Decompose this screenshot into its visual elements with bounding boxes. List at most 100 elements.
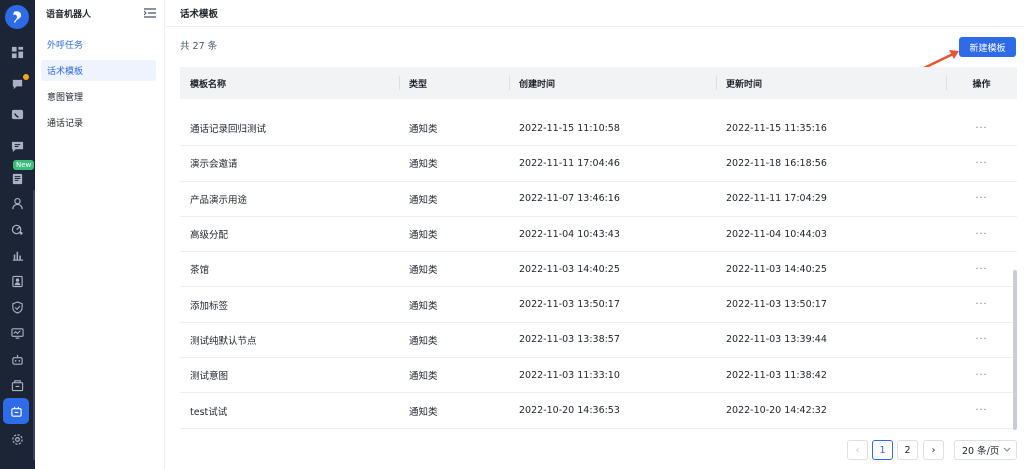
cell-updated: 2022-11-03 13:39:44 [726,334,827,346]
voice-robot-icon[interactable] [3,398,29,424]
new-template-button[interactable]: 新建模板 [959,37,1016,57]
table-scrollbar[interactable] [1013,270,1017,430]
cell-created: 2022-11-03 11:33:10 [519,369,620,381]
table-header: 模板名称 类型 创建时间 更新时间 操作 [180,67,1017,99]
cell-created: 2022-11-15 11:10:58 [519,122,620,134]
cell-type: 通知类 [409,124,438,136]
cell-type: 通知类 [409,230,438,242]
row-actions-button[interactable]: ··· [946,299,1017,310]
monitor-icon[interactable] [0,321,35,345]
robot-icon[interactable] [0,347,35,371]
phone-icon[interactable] [0,102,35,126]
cell-created: 2022-10-20 14:36:53 [519,405,620,417]
submenu-item-label: 通话记录 [47,119,84,129]
notification-dot [23,74,29,80]
row-actions-button[interactable]: ··· [946,158,1017,169]
column-header-created: 创建时间 [509,67,716,99]
cell-name: 高级分配 [190,230,229,242]
row-actions-button[interactable]: ··· [946,405,1017,416]
submenu-item-script-templates[interactable]: 话术模板 [41,60,156,81]
submenu-item-call-records[interactable]: 通话记录 [41,112,156,133]
cell-type: 通知类 [409,335,438,347]
cell-updated: 2022-11-11 17:04:29 [726,193,827,205]
cell-created: 2022-11-03 14:40:25 [519,263,620,275]
table-row[interactable]: 茶馆 通知类 2022-11-03 14:40:25 2022-11-03 14:40… [180,252,1017,288]
submenu-item-intent-management[interactable]: 意图管理 [41,86,156,107]
templates-table: 模板名称 类型 创建时间 更新时间 操作 通话记录回归测试 通知类 2022-11-… [180,67,1017,429]
cell-type: 通知类 [409,159,438,171]
bar-chart-icon[interactable] [0,243,35,267]
prev-page-button[interactable]: ‹ [847,440,868,460]
row-actions-button[interactable]: ··· [946,123,1017,134]
cell-updated: 2022-10-20 14:42:32 [726,405,827,417]
column-header-type: 类型 [399,67,509,99]
cell-type: 通知类 [409,265,438,277]
message-icon[interactable] [0,134,35,158]
page-title: 话术模板 [180,9,219,20]
page-header: 话术模板 [166,0,1024,27]
page-size-value: 20 条/页 [962,446,1000,457]
shield-icon[interactable] [0,295,35,319]
page-1-button[interactable]: 1 [872,440,893,460]
cell-updated: 2022-11-15 11:35:16 [726,122,827,134]
page-size-select[interactable]: 20 条/页 [954,440,1017,460]
cell-type: 通知类 [409,300,438,312]
settings-icon[interactable] [0,427,35,451]
chat-bubble-icon[interactable] [0,72,35,96]
user-icon[interactable] [0,191,35,215]
cell-type: 通知类 [409,406,438,418]
submenu: 语音机器人 外呼任务 话术模板 意图管理 通话记录 [35,0,165,469]
cell-created: 2022-11-03 13:38:57 [519,334,620,346]
cell-name: 添加标签 [190,300,229,312]
submenu-item-label: 外呼任务 [47,41,84,51]
cell-name: 测试纯默认节点 [190,335,257,347]
cell-type: 通知类 [409,371,438,383]
submenu-item-outbound-tasks[interactable]: 外呼任务 [41,34,156,55]
row-actions-button[interactable]: ··· [946,334,1017,345]
dashboard-icon[interactable] [0,40,35,64]
cell-updated: 2022-11-04 10:44:03 [726,228,827,240]
table-row[interactable]: test试试 通知类 2022-10-20 14:36:53 2022-10-20 1… [180,393,1017,429]
collapse-menu-icon[interactable] [144,8,156,18]
table-row[interactable]: 产品演示用途 通知类 2022-11-07 13:46:16 2022-11-11 1… [180,182,1017,217]
cell-name: 演示会邀请 [190,159,238,171]
column-header-actions: 操作 [946,67,1017,99]
table-row[interactable]: 测试纯默认节点 通知类 2022-11-03 13:38:57 2022-11-03 … [180,323,1017,359]
row-actions-button[interactable]: ··· [946,264,1017,275]
table-row[interactable]: 测试意图 通知类 2022-11-03 11:33:10 2022-11-03 11:… [180,358,1017,394]
cell-created: 2022-11-04 10:43:43 [519,228,620,240]
next-page-button[interactable]: › [923,440,944,460]
table-row[interactable]: 演示会邀请 通知类 2022-11-11 17:04:46 2022-11-18 16… [180,146,1017,182]
cell-type: 通知类 [409,194,438,206]
cell-updated: 2022-11-18 16:18:56 [726,157,827,169]
table-row[interactable]: 添加标签 通知类 2022-11-03 13:50:17 2022-11-03 13:… [180,287,1017,323]
table-row[interactable]: 通话记录回归测试 通知类 2022-11-15 11:10:58 2022-11-15… [180,111,1017,147]
chevron-down-icon [1003,447,1011,452]
column-header-updated: 更新时间 [716,67,946,99]
cell-created: 2022-11-07 13:46:16 [519,193,620,205]
cell-updated: 2022-11-03 13:50:17 [726,299,827,311]
column-header-name: 模板名称 [190,79,227,90]
submenu-item-label: 意图管理 [47,93,84,103]
cell-name: 测试意图 [190,371,229,383]
page-2-button[interactable]: 2 [897,440,918,460]
total-count: 共 27 条 [180,41,218,52]
main-content: 话术模板 共 27 条 新建模板 模板名称 类型 创建时间 更新时间 操作 通话… [166,0,1024,469]
analytics-icon[interactable] [0,217,35,241]
submenu-header: 语音机器人 [46,6,156,20]
cell-updated: 2022-11-03 11:38:42 [726,369,827,381]
cell-name: 产品演示用途 [190,194,248,206]
row-actions-button[interactable]: ··· [946,229,1017,240]
cell-created: 2022-11-03 13:50:17 [519,299,620,311]
table-body: 通话记录回归测试 通知类 2022-11-15 11:10:58 2022-11-15… [180,111,1017,429]
cell-name: test试试 [190,406,228,418]
box-icon[interactable] [0,373,35,397]
table-row[interactable]: 高级分配 通知类 2022-11-04 10:43:43 2022-11-04 10:… [180,217,1017,253]
contacts-icon[interactable] [0,269,35,293]
row-actions-button[interactable]: ··· [946,193,1017,204]
row-actions-button[interactable]: ··· [946,370,1017,381]
cell-updated: 2022-11-03 14:40:25 [726,263,827,275]
submenu-title: 语音机器人 [46,9,92,20]
new-tag: New [13,160,35,170]
app-logo-icon[interactable] [5,5,29,29]
